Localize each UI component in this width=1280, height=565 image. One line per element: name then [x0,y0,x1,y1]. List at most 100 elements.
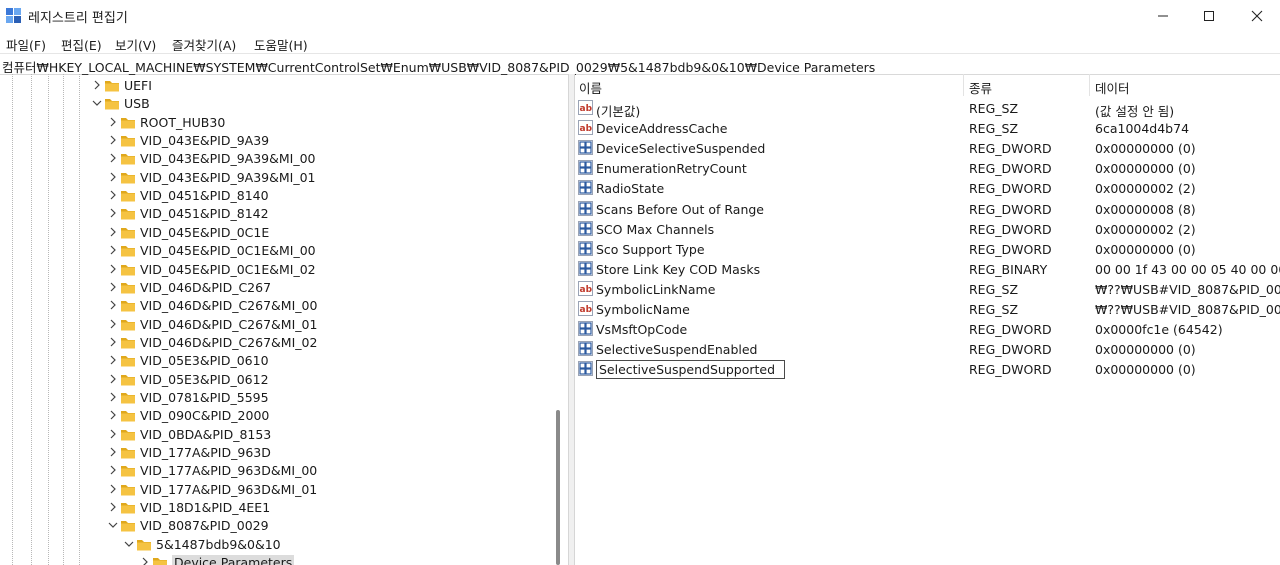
tree-item[interactable]: UEFI [0,77,550,95]
tree-scrollbar-thumb[interactable] [556,410,560,565]
value-row[interactable]: SCO Max Channels REG_DWORD 0x00000002 (2) [574,219,1280,239]
value-list[interactable]: 이름 종류 데이터 ab (기본값) REG_SZ (값 설정 안 됨) ab Devic… [574,74,1280,565]
window-title: 레지스트리 편집기 [28,11,128,26]
tree-item-label: VID_0781&PID_5595 [140,389,269,405]
tree-item[interactable]: VID_05E3&PID_0612 [0,371,550,389]
value-name-edit-field[interactable]: SelectiveSuspendSupported [596,360,786,380]
chevron-right-icon[interactable] [107,390,119,404]
value-row[interactable]: Sco Support Type REG_DWORD 0x00000000 (0) [574,239,1280,259]
chevron-right-icon[interactable] [107,445,119,459]
tree-item[interactable]: USB [0,95,550,113]
chevron-right-icon[interactable] [107,170,119,184]
menu-edit[interactable]: 편집(E) [61,35,102,54]
tree-item[interactable]: VID_0451&PID_8142 [0,205,550,223]
tree-item[interactable]: VID_8087&PID_0029 [0,517,550,535]
tree-item[interactable]: VID_043E&PID_9A39&MI_01 [0,169,550,187]
value-type: REG_SZ [969,101,1019,116]
menu-help[interactable]: 도움말(H) [254,35,308,54]
tree-item[interactable]: VID_0451&PID_8140 [0,187,550,205]
tree-item[interactable]: VID_043E&PID_9A39 [0,132,550,150]
tree-item[interactable]: VID_046D&PID_C267&MI_01 [0,316,550,334]
tree-item[interactable]: VID_046D&PID_C267&MI_00 [0,297,550,315]
menu-file[interactable]: 파일(F) [6,35,46,54]
tree-item[interactable]: VID_0BDA&PID_8153 [0,426,550,444]
menu-view[interactable]: 보기(V) [115,35,156,54]
chevron-right-icon[interactable] [107,353,119,367]
tree-item[interactable]: VID_090C&PID_2000 [0,407,550,425]
chevron-right-icon[interactable] [107,280,119,294]
folder-icon [121,227,135,239]
chevron-down-icon[interactable] [123,537,135,551]
value-data: 0x00000000 (0) [1095,241,1196,257]
chevron-down-icon[interactable] [91,96,103,110]
tree-item[interactable]: VID_177A&PID_963D [0,444,550,462]
value-row[interactable]: ab (기본값) REG_SZ (값 설정 안 됨) [574,98,1280,119]
value-name: SymbolicName [596,302,690,317]
value-row[interactable]: SelectiveSuspendSupported REG_DWORD 0x0000… [574,359,1280,380]
chevron-right-icon[interactable] [107,262,119,276]
column-data-label: 데이터 [1095,81,1130,96]
chevron-right-icon[interactable] [107,115,119,129]
chevron-right-icon[interactable] [107,188,119,202]
column-header-type[interactable]: 종류 [964,74,1089,96]
chevron-right-icon[interactable] [107,206,119,220]
tree-item-label: Device Parameters [172,555,295,565]
chevron-right-icon[interactable] [139,555,151,565]
value-row[interactable]: RadioState REG_DWORD 0x00000002 (2) [574,178,1280,198]
column-header-name[interactable]: 이름 [574,74,963,96]
tree-item[interactable]: VID_045E&PID_0C1E&MI_02 [0,261,550,279]
maximize-button[interactable] [1186,0,1232,32]
value-row[interactable]: DeviceSelectiveSuspended REG_DWORD 0x00000… [574,138,1280,158]
chevron-right-icon[interactable] [107,317,119,331]
value-data: 0x00000002 (2) [1095,221,1196,237]
value-row[interactable]: VsMsftOpCode REG_DWORD 0x0000fc1e (64542) [574,319,1280,339]
chevron-right-icon[interactable] [107,298,119,312]
tree-item[interactable]: Device Parameters [0,554,550,565]
value-type: REG_DWORD [969,322,1052,338]
tree-item[interactable]: VID_05E3&PID_0610 [0,352,550,370]
tree-item[interactable]: VID_045E&PID_0C1E [0,224,550,242]
chevron-right-icon[interactable] [107,372,119,386]
chevron-right-icon[interactable] [107,335,119,349]
tree-item[interactable]: VID_046D&PID_C267&MI_02 [0,334,550,352]
minimize-button[interactable] [1140,0,1186,32]
chevron-right-icon[interactable] [91,78,103,92]
binary-value-icon [578,321,593,337]
key-tree[interactable]: UEFI USB ROOT_HUB30 VID_043E&PID_9A39 VID_04… [0,74,566,565]
tree-item-label: VID_18D1&PID_4EE1 [140,500,271,516]
chevron-right-icon[interactable] [107,408,119,422]
tree-item[interactable]: 5&1487bdb9&0&10 [0,536,550,554]
menu-favorites[interactable]: 즐겨찾기(A) [172,35,236,54]
address-bar[interactable]: 컴퓨터₩HKEY_LOCAL_MACHINE₩SYSTEM₩CurrentCon… [0,53,1280,75]
value-row[interactable]: SelectiveSuspendEnabled REG_DWORD 0x000000… [574,339,1280,359]
chevron-down-icon[interactable] [107,518,119,532]
chevron-right-icon[interactable] [107,151,119,165]
chevron-right-icon[interactable] [107,243,119,257]
tree-item[interactable]: VID_043E&PID_9A39&MI_00 [0,150,550,168]
chevron-right-icon[interactable] [107,427,119,441]
tree-item[interactable]: VID_045E&PID_0C1E&MI_00 [0,242,550,260]
chevron-right-icon[interactable] [107,133,119,147]
tree-item[interactable]: ROOT_HUB30 [0,114,550,132]
tree-item[interactable]: VID_046D&PID_C267 [0,279,550,297]
chevron-right-icon[interactable] [107,225,119,239]
tree-item[interactable]: VID_18D1&PID_4EE1 [0,499,550,517]
value-row[interactable]: ab SymbolicName REG_SZ ₩??₩USB#VID_8087&PID… [574,299,1280,319]
value-row[interactable]: ab SymbolicLinkName REG_SZ ₩??₩USB#VID_8087… [574,279,1280,299]
tree-item[interactable]: VID_177A&PID_963D&MI_01 [0,481,550,499]
chevron-right-icon[interactable] [107,482,119,496]
value-row[interactable]: Scans Before Out of Range REG_DWORD 0x0000… [574,199,1280,219]
value-name: DeviceAddressCache [596,121,728,137]
value-name: Sco Support Type [596,241,705,257]
value-row[interactable]: EnumerationRetryCount REG_DWORD 0x00000000… [574,158,1280,178]
chevron-right-icon[interactable] [107,463,119,477]
chevron-right-icon[interactable] [107,500,119,514]
value-row[interactable]: ab DeviceAddressCache REG_SZ 6ca1004d4b74 [574,118,1280,138]
value-row[interactable]: Store Link Key COD Masks REG_BINARY 00 00 … [574,259,1280,279]
tree-item[interactable]: VID_177A&PID_963D&MI_00 [0,462,550,480]
tree-item-label: VID_046D&PID_C267&MI_02 [140,334,318,350]
binary-value-icon [578,341,593,357]
tree-item[interactable]: VID_0781&PID_5595 [0,389,550,407]
close-button[interactable] [1234,0,1280,32]
column-header-data[interactable]: 데이터 [1090,74,1280,96]
